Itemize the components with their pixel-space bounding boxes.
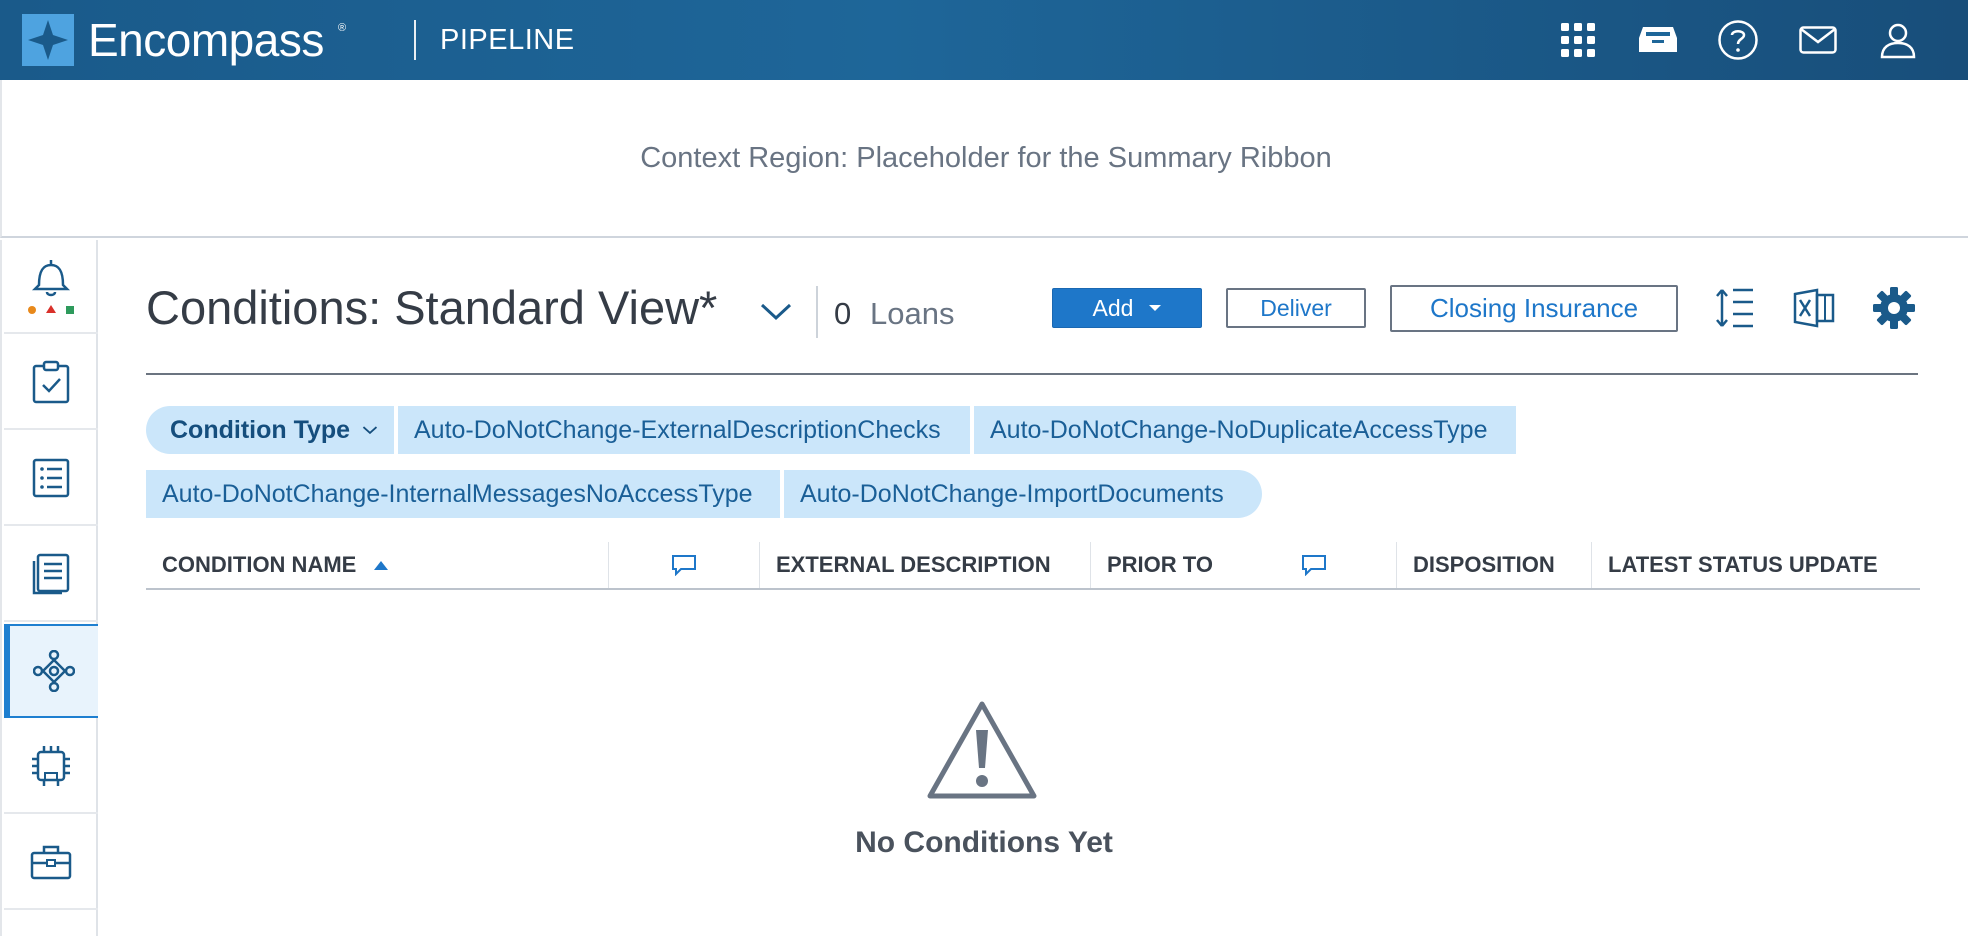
filter-pill-label: Auto-DoNotChange-InternalMessagesNoAcces… <box>162 479 753 508</box>
caret-down-icon <box>1149 305 1162 311</box>
chevron-down-icon <box>362 426 378 435</box>
alerts-icon <box>28 260 74 314</box>
filter-pill-label: Auto-DoNotChange-ExternalDescriptionChec… <box>414 415 941 444</box>
context-region: Context Region: Placeholder for the Summ… <box>0 80 1968 238</box>
brand-registered-mark: ® <box>338 22 347 34</box>
list-icon <box>32 458 70 498</box>
apps-grid-icon[interactable] <box>1556 18 1600 62</box>
row-height-icon[interactable] <box>1708 282 1760 334</box>
filter-pill[interactable]: Auto-DoNotChange-ImportDocuments <box>784 470 1262 518</box>
mail-icon[interactable] <box>1796 18 1840 62</box>
add-button-label: Add <box>1092 294 1134 321</box>
filter-pill-label: Auto-DoNotChange-ImportDocuments <box>800 479 1224 508</box>
column-header-disposition[interactable]: DISPOSITION <box>1397 542 1591 588</box>
nav-list[interactable] <box>4 432 98 526</box>
page-title: Conditions: Standard View* <box>146 281 718 334</box>
sort-ascending-icon <box>374 560 389 570</box>
view-selector-chevron-icon[interactable] <box>756 296 796 326</box>
brand-name: Encompass <box>88 14 324 66</box>
filter-pill[interactable]: Auto-DoNotChange-ExternalDescriptionChec… <box>398 406 970 454</box>
deliver-button-label: Deliver <box>1260 294 1332 321</box>
top-header-bar: Encompass ® PIPELINE <box>0 0 1968 80</box>
conditions-table-header: CONDITION NAME EXTERNAL DESCRIPTION PRIO… <box>146 542 1920 590</box>
conditions-network-icon <box>33 650 75 692</box>
filter-pill-label: Auto-DoNotChange-NoDuplicateAccessType <box>990 415 1488 444</box>
column-header-label: EXTERNAL DESCRIPTION <box>776 552 1051 577</box>
column-header-prior-to[interactable]: PRIOR TO <box>1091 542 1341 588</box>
closing-insurance-button-label: Closing Insurance <box>1429 293 1639 323</box>
section-name[interactable]: PIPELINE <box>440 24 575 57</box>
column-header-condition-name[interactable]: CONDITION NAME <box>146 542 608 588</box>
nav-tasks[interactable] <box>4 336 98 430</box>
comment-icon <box>1302 555 1326 576</box>
comment-icon <box>672 555 696 576</box>
condition-type-filter[interactable]: Condition Type <box>146 406 394 454</box>
loan-count-label: Loans <box>870 296 955 331</box>
settings-gear-icon[interactable] <box>1868 282 1920 334</box>
filter-pill[interactable]: Auto-DoNotChange-InternalMessagesNoAcces… <box>146 470 780 518</box>
condition-type-label: Condition Type <box>170 415 351 444</box>
nav-chip[interactable] <box>4 720 98 814</box>
column-header-label: PRIOR TO <box>1107 552 1213 577</box>
documents-icon <box>32 553 70 595</box>
warning-triangle-icon <box>927 701 1037 799</box>
nav-documents[interactable] <box>4 528 98 622</box>
inbox-tray-icon[interactable] <box>1636 18 1680 62</box>
context-region-text: Context Region: Placeholder for the Summ… <box>640 142 1332 174</box>
chip-icon <box>32 746 70 786</box>
column-header-label: DISPOSITION <box>1413 552 1555 577</box>
deliver-button[interactable]: Deliver <box>1226 288 1366 328</box>
loan-count: 0 <box>834 296 852 331</box>
column-header-external-description[interactable]: EXTERNAL DESCRIPTION <box>760 542 1090 588</box>
excel-export-icon[interactable] <box>1788 282 1840 334</box>
title-divider <box>146 373 1918 375</box>
nav-conditions[interactable] <box>4 624 98 718</box>
user-icon[interactable] <box>1876 18 1920 62</box>
task-clipboard-icon <box>32 360 70 404</box>
closing-insurance-button[interactable]: Closing Insurance <box>1390 285 1678 332</box>
empty-state-message: No Conditions Yet <box>855 826 1113 859</box>
header-divider <box>414 20 416 60</box>
title-separator <box>816 286 818 338</box>
column-header-comments[interactable] <box>609 542 759 588</box>
column-header-label: CONDITION NAME <box>162 552 357 577</box>
nav-alerts[interactable] <box>4 240 98 334</box>
encompass-logo-icon <box>22 14 74 66</box>
column-header-latest-status-update[interactable]: LATEST STATUS UPDATE <box>1592 542 1920 588</box>
add-button[interactable]: Add <box>1052 288 1202 328</box>
filter-pill[interactable]: Auto-DoNotChange-NoDuplicateAccessType <box>974 406 1516 454</box>
help-icon[interactable] <box>1716 18 1760 62</box>
column-header-label: LATEST STATUS UPDATE <box>1608 552 1878 577</box>
